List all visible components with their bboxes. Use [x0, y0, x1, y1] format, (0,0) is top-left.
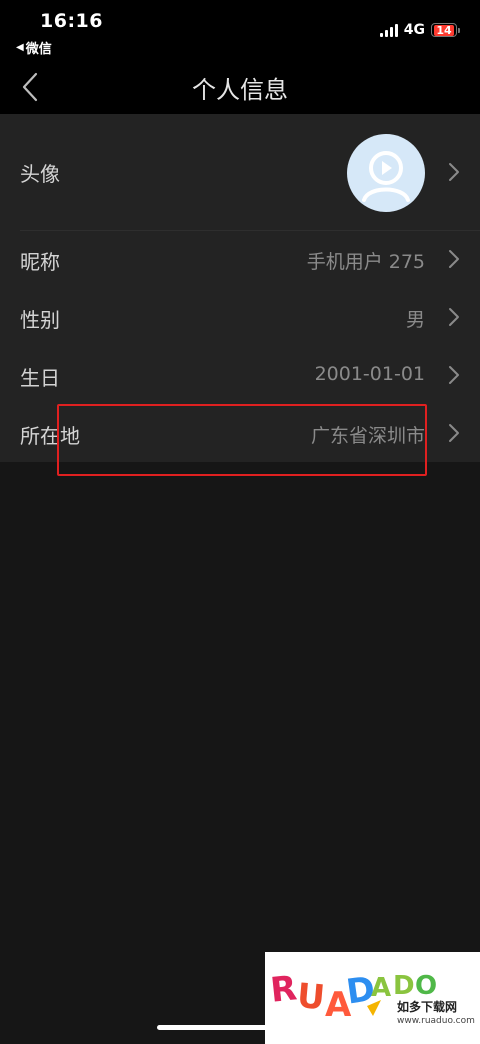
status-bar: 16:16 ◀ 微信 4G 14: [0, 0, 480, 60]
chevron-right-icon: [449, 250, 459, 268]
chevron-right-icon: [449, 424, 459, 442]
watermark-url: www.ruaduo.com: [397, 1016, 475, 1026]
gender-value: 男: [405, 309, 425, 331]
network-type: 4G: [403, 22, 425, 38]
battery-level: 14: [434, 23, 454, 37]
highlight-annotation: [57, 404, 427, 476]
battery-icon: 14: [431, 23, 460, 37]
avatar[interactable]: [347, 134, 425, 212]
gender-row[interactable]: 性别 男: [0, 288, 480, 346]
svg-text:D: D: [393, 971, 415, 1001]
svg-text:A: A: [371, 973, 391, 1003]
svg-text:O: O: [415, 971, 437, 1001]
signal-strength-icon: [379, 23, 398, 37]
nickname-label: 昵称: [20, 250, 60, 274]
default-avatar-icon: [362, 151, 410, 202]
gender-label: 性别: [20, 308, 60, 332]
nickname-row[interactable]: 昵称 手机用户 275: [0, 230, 480, 288]
status-time: 16:16: [40, 10, 103, 32]
svg-text:U: U: [295, 976, 326, 1018]
status-indicators: 4G 14: [379, 22, 460, 38]
avatar-label: 头像: [20, 162, 60, 186]
birthday-value: 2001-01-01: [314, 363, 425, 385]
birthday-label: 生日: [20, 366, 60, 390]
site-watermark: R U A D A D O 如多下载网 www.ruaduo.com: [265, 952, 480, 1044]
watermark-site-name: 如多下载网: [397, 1000, 458, 1014]
nickname-value: 手机用户 275: [306, 251, 425, 273]
back-to-app-link[interactable]: ◀ 微信: [16, 38, 52, 57]
back-triangle-icon: ◀: [16, 42, 24, 53]
svg-text:R: R: [269, 968, 299, 1011]
page-title: 个人信息: [192, 76, 288, 104]
birthday-row[interactable]: 生日 2001-01-01: [0, 346, 480, 404]
navigation-bar: 个人信息: [0, 60, 480, 114]
chevron-right-icon: [449, 308, 459, 326]
avatar-row[interactable]: 头像: [0, 114, 480, 230]
back-app-label: 微信: [25, 42, 52, 57]
chevron-right-icon: [449, 163, 459, 181]
chevron-right-icon: [449, 366, 459, 384]
